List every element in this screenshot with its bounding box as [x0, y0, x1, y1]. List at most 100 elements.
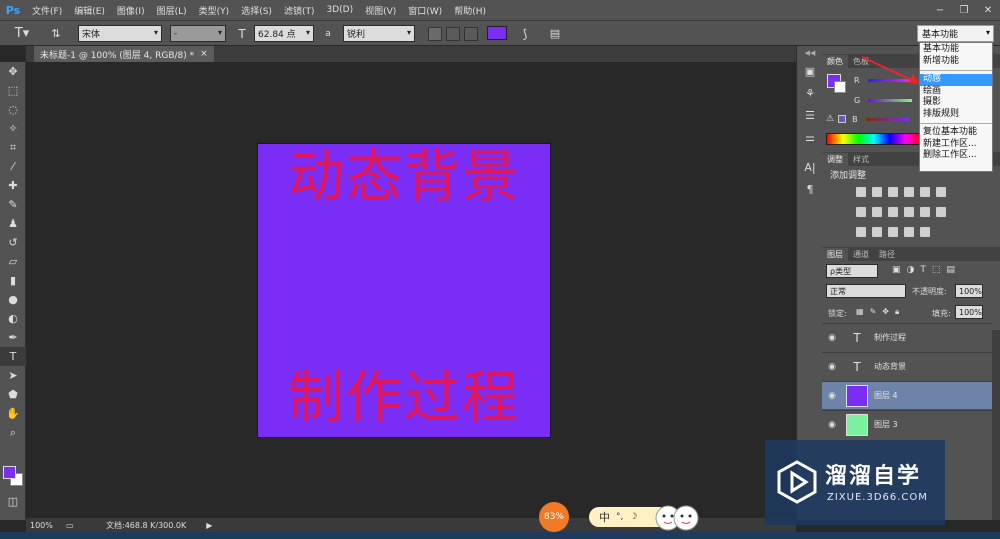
- lock-image-icon[interactable]: ✎: [870, 307, 877, 317]
- hand-tool-icon[interactable]: ✋: [0, 404, 26, 423]
- eraser-tool-icon[interactable]: ▱: [0, 252, 26, 271]
- levels-icon[interactable]: [872, 187, 882, 197]
- visibility-eye-icon[interactable]: ◉: [822, 420, 842, 430]
- align-right-button[interactable]: [464, 27, 478, 41]
- channel-mixer-icon[interactable]: [920, 207, 930, 217]
- pen-tool-icon[interactable]: ✒: [0, 328, 26, 347]
- lock-position-icon[interactable]: ✥: [882, 307, 889, 317]
- tab-layers[interactable]: 图层: [822, 248, 848, 261]
- menu-filter[interactable]: 滤镜(T): [278, 4, 321, 17]
- menu-edit[interactable]: 编辑(E): [68, 4, 111, 17]
- filter-shape-icon[interactable]: ⬚: [932, 265, 941, 275]
- eyedropper-tool-icon[interactable]: ⁄: [0, 157, 26, 176]
- paragraph-panel-icon[interactable]: ¶: [797, 178, 823, 200]
- menu-file[interactable]: 文件(F): [26, 4, 68, 17]
- fill-input[interactable]: 100%: [955, 305, 983, 319]
- dock-collapse-icon[interactable]: ◀◀: [797, 46, 823, 60]
- layer-row[interactable]: ◉ T 制作过程: [822, 323, 992, 351]
- font-style-select[interactable]: - ▾: [170, 25, 226, 42]
- close-icon[interactable]: ✕: [976, 1, 1000, 19]
- menu-type[interactable]: 类型(Y): [193, 4, 236, 17]
- lock-transparent-icon[interactable]: ▦: [856, 307, 864, 317]
- align-left-button[interactable]: [428, 27, 442, 41]
- move-tool-icon[interactable]: ✥: [0, 62, 26, 81]
- healing-brush-tool-icon[interactable]: ✚: [0, 176, 26, 195]
- lock-all-icon[interactable]: 🔒︎: [895, 307, 899, 317]
- workspace-option[interactable]: 排版规则: [920, 109, 992, 121]
- channel-g-slider[interactable]: [868, 98, 913, 102]
- filter-pixel-icon[interactable]: ▣: [892, 265, 901, 275]
- layers-scrollbar[interactable]: [992, 330, 1000, 520]
- selective-color-icon[interactable]: [904, 227, 914, 237]
- quick-mask-icon[interactable]: ◫: [0, 492, 26, 511]
- color-spectrum-bar[interactable]: [826, 133, 922, 145]
- layer-row[interactable]: ◉ T 动态背景: [822, 352, 992, 380]
- brightness-icon[interactable]: [856, 187, 866, 197]
- history-panel-icon[interactable]: ▣: [797, 60, 823, 82]
- dodge-tool-icon[interactable]: ◐: [0, 309, 26, 328]
- hue-saturation-icon[interactable]: [856, 207, 866, 217]
- vibrance-icon[interactable]: [920, 187, 930, 197]
- menu-select[interactable]: 选择(S): [235, 4, 278, 17]
- brush-tool-icon[interactable]: ✎: [0, 195, 26, 214]
- color-panel-bg-swatch[interactable]: [834, 81, 846, 93]
- character-panel-icon[interactable]: A|: [797, 156, 823, 178]
- workspace-option[interactable]: 删除工作区...: [920, 150, 992, 162]
- tab-styles[interactable]: 样式: [848, 153, 874, 166]
- canvas-text-title[interactable]: 动态背景: [258, 146, 550, 210]
- punctuation-icon[interactable]: °,: [616, 512, 623, 522]
- clone-stamp-tool-icon[interactable]: ♟: [0, 214, 26, 233]
- maximize-icon[interactable]: ❐: [952, 1, 976, 19]
- gradient-map-icon[interactable]: [920, 227, 930, 237]
- exposure-icon[interactable]: [904, 187, 914, 197]
- photo-filter-icon[interactable]: [904, 207, 914, 217]
- workspace-option[interactable]: 摄影: [920, 97, 992, 109]
- adjustments-panel-icon[interactable]: ☰: [797, 104, 823, 126]
- zoom-tool-icon[interactable]: ⌕: [0, 423, 26, 442]
- layer-row-selected[interactable]: ◉ 图层 4: [822, 381, 992, 409]
- menu-layer[interactable]: 图层(L): [151, 4, 193, 17]
- crop-tool-icon[interactable]: ⌗: [0, 138, 26, 157]
- gradient-tool-icon[interactable]: ▮: [0, 271, 26, 290]
- visibility-eye-icon[interactable]: ◉: [822, 391, 842, 401]
- workspace-option[interactable]: 新增功能: [920, 56, 992, 68]
- text-tool-preset-icon[interactable]: T▾: [8, 25, 36, 42]
- blur-tool-icon[interactable]: ●: [0, 290, 26, 309]
- lasso-tool-icon[interactable]: ◌: [0, 100, 26, 119]
- marquee-tool-icon[interactable]: ⬚: [0, 81, 26, 100]
- color-balance-icon[interactable]: [872, 207, 882, 217]
- font-size-select[interactable]: 62.84 点 ▾: [254, 25, 314, 42]
- history-brush-tool-icon[interactable]: ↺: [0, 233, 26, 252]
- canvas-text-subtitle[interactable]: 制作过程: [258, 367, 550, 431]
- close-tab-icon[interactable]: ×: [200, 49, 208, 59]
- text-orientation-icon[interactable]: ⇅: [46, 25, 66, 42]
- status-menu-arrow-icon[interactable]: ▶: [206, 521, 212, 530]
- workspace-option[interactable]: 复位基本功能: [920, 127, 992, 139]
- visibility-eye-icon[interactable]: ◉: [822, 333, 842, 343]
- workspace-option[interactable]: 新建工作区...: [920, 139, 992, 151]
- color-lookup-icon[interactable]: [936, 207, 946, 217]
- type-tool-icon[interactable]: T: [0, 347, 26, 366]
- menu-3d[interactable]: 3D(D): [320, 5, 359, 15]
- posterize-icon[interactable]: [872, 227, 882, 237]
- menu-help[interactable]: 帮助(H): [448, 4, 492, 17]
- document-tab[interactable]: 未标题-1 @ 100% (图层 4, RGB/8) * ×: [34, 46, 214, 62]
- ime-mode[interactable]: 中: [599, 509, 610, 525]
- channel-b-slider[interactable]: [865, 117, 910, 121]
- layer-kind-filter[interactable]: ρ类型: [826, 264, 878, 278]
- workspace-option[interactable]: 基本功能: [920, 44, 992, 56]
- antialias-select[interactable]: 锐利 ▾: [343, 25, 415, 42]
- filter-type-icon[interactable]: T: [920, 265, 926, 275]
- zoom-level[interactable]: 100%: [30, 521, 62, 530]
- filter-adjust-icon[interactable]: ◑: [907, 265, 915, 275]
- tab-adjustments[interactable]: 调整: [822, 153, 848, 166]
- black-white-icon[interactable]: [888, 207, 898, 217]
- quick-select-tool-icon[interactable]: ✧: [0, 119, 26, 138]
- filter-smart-icon[interactable]: ▤: [946, 265, 955, 275]
- tab-paths[interactable]: 路径: [874, 248, 900, 261]
- minimize-icon[interactable]: −: [928, 1, 952, 19]
- visibility-eye-icon[interactable]: ◉: [822, 362, 842, 372]
- align-center-button[interactable]: [446, 27, 460, 41]
- ime-percent-badge[interactable]: 83%: [539, 502, 569, 532]
- menu-image[interactable]: 图像(I): [111, 4, 151, 17]
